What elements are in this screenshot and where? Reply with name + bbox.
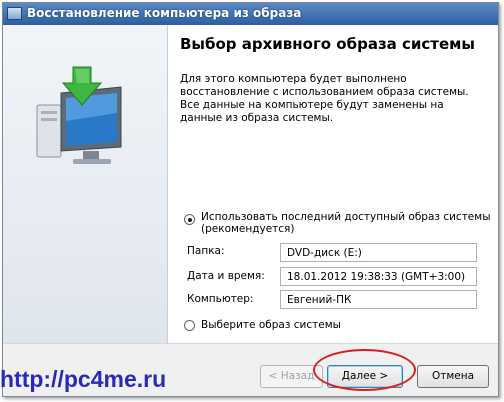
window-icon [7,7,22,20]
use-latest-image-label[interactable]: Использовать последний доступный образ с… [201,211,490,235]
computer-restore-icon [36,66,122,164]
datetime-label: Дата и время: [187,270,265,282]
use-latest-image-label-line1: Использовать последний доступный образ с… [201,211,491,223]
computer-label: Компьютер: [187,293,254,305]
wizard-content: Выбор архивного образа системы Для этого… [168,25,498,343]
restore-wizard-window: Восстановление компьютера из образа Выбо… [2,2,499,397]
select-image-radio[interactable] [184,320,195,331]
select-image-label[interactable]: Выберите образ системы [201,319,341,331]
next-button-highlight-ellipse [313,349,416,391]
site-watermark: http://pc4me.ru [0,366,167,392]
window-title: Восстановление компьютера из образа [27,6,302,20]
use-latest-image-radio[interactable] [184,214,195,225]
title-bar[interactable]: Восстановление компьютера из образа [3,3,498,25]
use-latest-image-label-line2: (рекомендуется) [201,223,295,235]
cancel-button[interactable]: Отмена [417,365,489,388]
datetime-field: 18.01.2012 19:38:33 (GMT+3:00) [280,267,477,286]
folder-field: DVD-диск (E:) [280,243,477,262]
folder-label: Папка: [187,245,225,257]
page-description: Для этого компьютера будет выполнено вос… [180,73,469,124]
wizard-sidebar [3,25,168,343]
computer-field: Евгений-ПК [280,290,477,309]
page-title: Выбор архивного образа системы [180,35,475,53]
